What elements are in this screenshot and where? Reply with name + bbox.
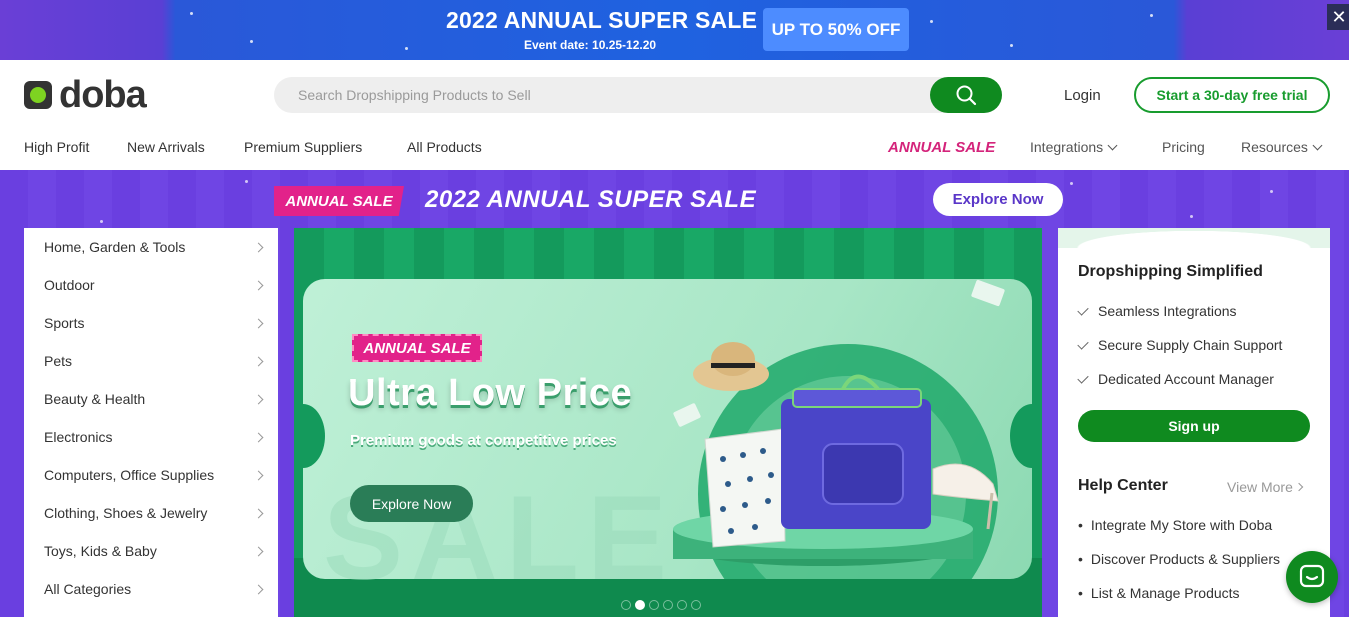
feature-item: Dedicated Account Manager <box>1077 371 1274 387</box>
nav-new-arrivals[interactable]: New Arrivals <box>127 139 205 155</box>
check-icon <box>1077 371 1089 384</box>
nav-high-profit[interactable]: High Profit <box>24 139 89 155</box>
panel-decoration <box>1058 228 1330 248</box>
category-item[interactable]: Computers, Office Supplies <box>24 456 278 494</box>
signup-button[interactable]: Sign up <box>1078 410 1310 442</box>
site-header: doba Login Start a 30-day free trial Hig… <box>0 60 1349 170</box>
category-item[interactable]: Sports <box>24 304 278 342</box>
chevron-right-icon <box>253 546 264 556</box>
feature-label: Secure Supply Chain Support <box>1098 337 1283 353</box>
check-icon <box>1077 337 1089 350</box>
close-icon[interactable]: ✕ <box>1327 4 1349 30</box>
logo-mark-icon <box>24 81 52 109</box>
slide-annual-sale-tag: ANNUAL SALE <box>352 334 482 362</box>
category-item[interactable]: All Categories <box>24 570 278 608</box>
dropshipping-panel: Dropshipping Simplified Seamless Integra… <box>1058 228 1330 617</box>
promo-event-date: Event date: 10.25-12.20 <box>524 38 657 52</box>
search-button[interactable] <box>930 77 1002 113</box>
doba-logo[interactable]: doba <box>24 74 147 116</box>
category-label: Sports <box>44 315 85 331</box>
free-trial-button[interactable]: Start a 30-day free trial <box>1134 77 1330 113</box>
help-link[interactable]: Integrate My Store with Doba <box>1078 517 1272 533</box>
category-item[interactable]: Clothing, Shoes & Jewelry <box>24 494 278 532</box>
slide-subtitle: Premium goods at competitive prices <box>350 432 617 449</box>
carousel-dot[interactable] <box>621 600 631 610</box>
category-label: Toys, Kids & Baby <box>44 543 157 559</box>
chevron-right-icon <box>253 242 264 252</box>
chevron-right-icon <box>253 280 264 290</box>
category-label: Pets <box>44 353 73 369</box>
promo-discount-badge: UP TO 50% OFF <box>763 8 909 51</box>
band-annual-sale-tag: ANNUAL SALE <box>274 186 404 216</box>
chevron-down-icon <box>1312 140 1323 150</box>
help-link[interactable]: Discover Products & Suppliers <box>1078 551 1280 567</box>
band-title: 2022 ANNUAL SUPER SALE <box>425 186 757 213</box>
nav-pricing[interactable]: Pricing <box>1162 139 1205 155</box>
slide-card: SALE <box>294 279 1042 605</box>
nav-integrations-label: Integrations <box>1030 139 1104 155</box>
category-item[interactable]: Electronics <box>24 418 278 456</box>
category-label: Clothing, Shoes & Jewelry <box>44 505 208 521</box>
carousel-dots <box>621 600 701 610</box>
category-label: Electronics <box>44 429 113 445</box>
carousel-dot[interactable] <box>677 600 687 610</box>
carousel-dot[interactable] <box>663 600 673 610</box>
feature-item: Secure Supply Chain Support <box>1077 337 1283 353</box>
category-label: All Categories <box>44 581 132 597</box>
nav-resources-label: Resources <box>1241 139 1308 155</box>
view-more-link[interactable]: View More <box>1227 479 1304 495</box>
promo-title: 2022 ANNUAL SUPER SALE <box>446 7 758 33</box>
product-collage-image <box>673 279 1005 579</box>
chat-button[interactable] <box>1286 551 1338 603</box>
nav-resources[interactable]: Resources <box>1241 139 1323 155</box>
hero-carousel[interactable]: SALE <box>294 228 1042 617</box>
chevron-right-icon <box>253 318 264 328</box>
view-more-label: View More <box>1227 479 1293 495</box>
search-icon <box>956 85 977 106</box>
nav-all-products[interactable]: All Products <box>407 139 482 155</box>
category-label: Beauty & Health <box>44 391 146 407</box>
category-item[interactable]: Home, Garden & Tools <box>24 228 278 266</box>
chevron-right-icon <box>253 432 264 442</box>
help-center-heading: Help Center <box>1078 477 1168 494</box>
feature-label: Dedicated Account Manager <box>1098 371 1274 387</box>
carousel-dot[interactable] <box>691 600 701 610</box>
category-label: Outdoor <box>44 277 95 293</box>
category-sidebar: Home, Garden & Tools Outdoor Sports Pets… <box>24 228 278 617</box>
category-item[interactable]: Toys, Kids & Baby <box>24 532 278 570</box>
nav-premium-suppliers[interactable]: Premium Suppliers <box>244 139 362 155</box>
chevron-down-icon <box>1107 140 1118 150</box>
search-input[interactable] <box>298 77 918 113</box>
nav-integrations[interactable]: Integrations <box>1030 139 1118 155</box>
slide-explore-button[interactable]: Explore Now <box>350 485 473 522</box>
logo-text: doba <box>59 74 147 116</box>
chevron-right-icon <box>253 508 264 518</box>
category-item[interactable]: Outdoor <box>24 266 278 304</box>
feature-label: Seamless Integrations <box>1098 303 1237 319</box>
category-label: Computers, Office Supplies <box>44 467 215 483</box>
band-explore-button[interactable]: Explore Now <box>933 183 1063 216</box>
chevron-right-icon <box>253 356 264 366</box>
category-label: Home, Garden & Tools <box>44 239 186 255</box>
login-link[interactable]: Login <box>1064 87 1101 104</box>
category-item[interactable]: Beauty & Health <box>24 380 278 418</box>
check-icon <box>1077 303 1089 316</box>
chevron-right-icon <box>253 584 264 594</box>
nav-annual-sale[interactable]: ANNUAL SALE <box>888 139 995 156</box>
carousel-dot-active[interactable] <box>635 600 645 610</box>
chevron-right-icon <box>253 470 264 480</box>
chevron-right-icon <box>253 394 264 404</box>
promo-strip[interactable]: 2022 ANNUAL SUPER SALE Event date: 10.25… <box>0 0 1349 60</box>
help-link[interactable]: List & Manage Products <box>1078 585 1240 601</box>
category-item[interactable]: Pets <box>24 342 278 380</box>
slide-title: Ultra Low Price <box>348 372 633 414</box>
search-bar <box>274 77 1002 113</box>
chat-icon <box>1299 564 1325 588</box>
carousel-dot[interactable] <box>649 600 659 610</box>
chevron-right-icon <box>1294 482 1304 492</box>
panel-heading: Dropshipping Simplified <box>1078 263 1263 280</box>
feature-item: Seamless Integrations <box>1077 303 1237 319</box>
